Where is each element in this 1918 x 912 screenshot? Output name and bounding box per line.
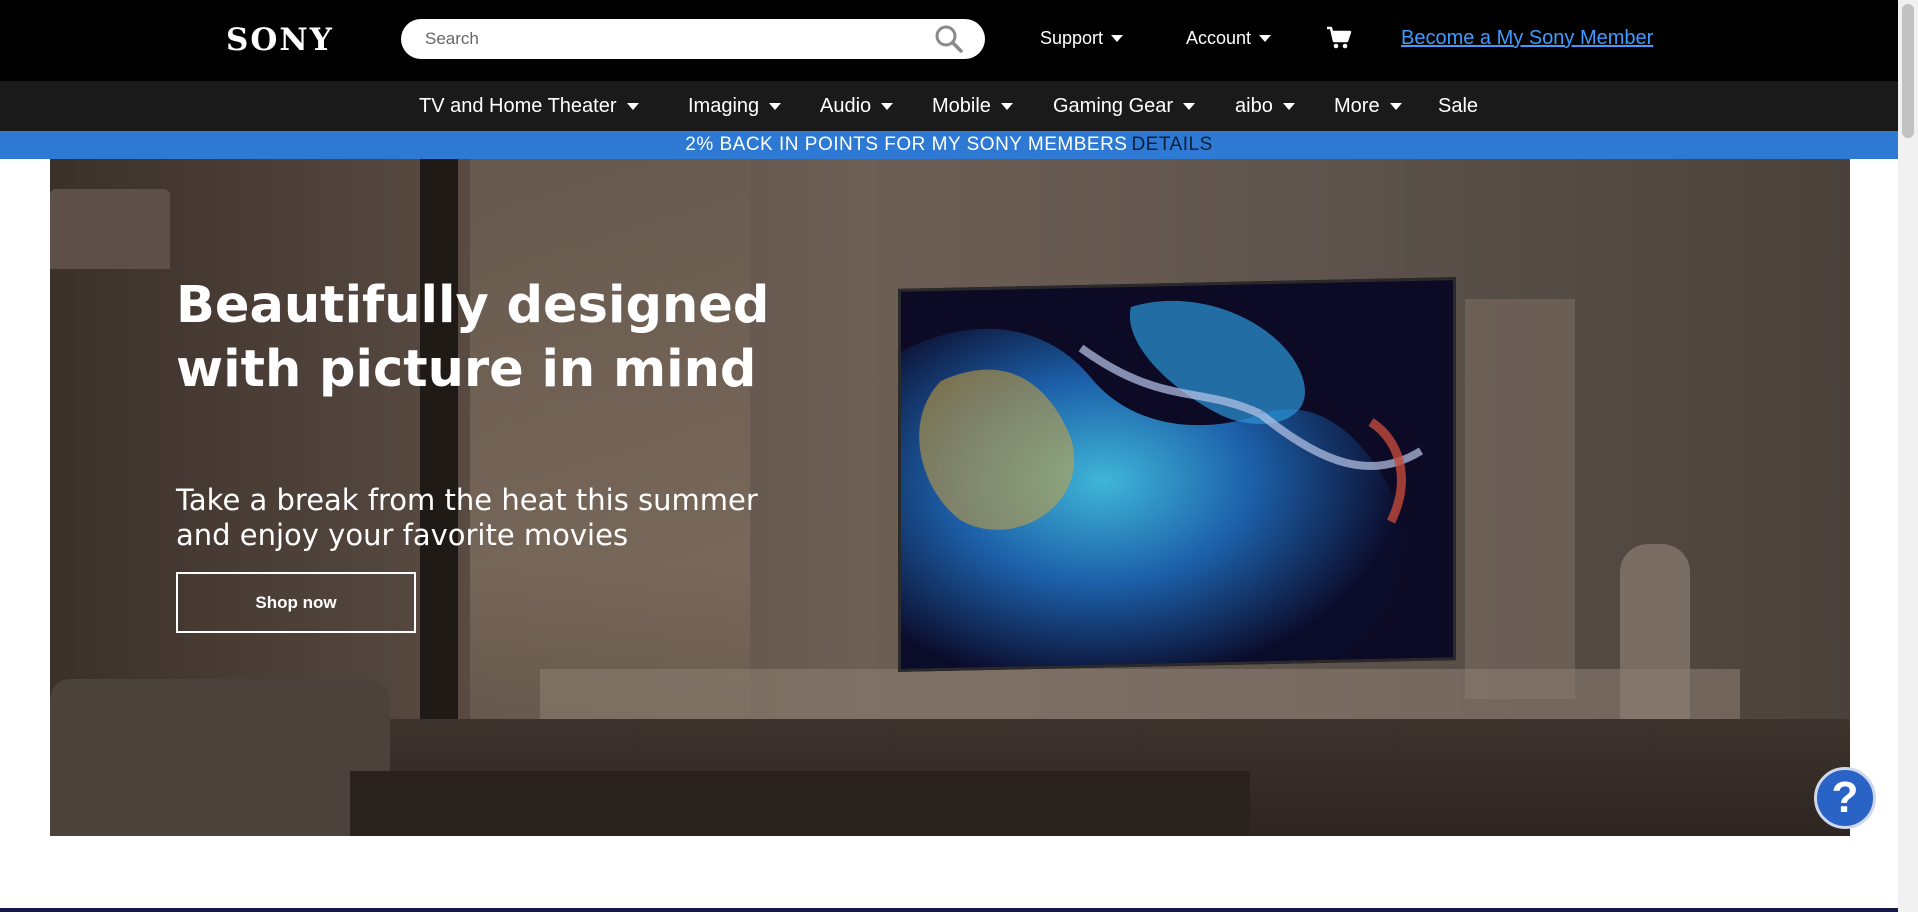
nav-item-aibo[interactable]: aibo: [1235, 95, 1295, 118]
nav-item-audio[interactable]: Audio: [820, 95, 894, 118]
nav-item-tv-and-home-theater[interactable]: TV and Home Theater: [419, 95, 639, 118]
cart-icon[interactable]: [1326, 26, 1352, 50]
support-menu[interactable]: Support: [1040, 28, 1124, 49]
nav-item-label: Audio: [820, 95, 872, 117]
hero-lamp: [50, 189, 170, 269]
scrollbar-thumb[interactable]: [1902, 4, 1914, 138]
chevron-down-icon: [626, 103, 639, 110]
tv-screen-art: [901, 280, 1456, 672]
top-header: SONY Support Account Become a My Sony Me…: [0, 0, 1898, 81]
hero-subheadline: Take a break from the heat this summer a…: [176, 483, 758, 552]
hero-sofa: [50, 679, 390, 836]
chevron-down-icon: [1111, 35, 1124, 42]
nav-item-label: aibo: [1235, 95, 1273, 117]
become-member-link[interactable]: Become a My Sony Member: [1401, 27, 1653, 50]
promo-text: 2% BACK IN POINTS FOR MY SONY MEMBERS: [685, 134, 1128, 155]
support-label: Support: [1040, 28, 1104, 48]
nav-item-imaging[interactable]: Imaging: [688, 95, 782, 118]
search-box[interactable]: [401, 19, 985, 59]
hero-headline: Beautifully designed with picture in min…: [176, 276, 770, 399]
nav-item-label: Gaming Gear: [1053, 95, 1174, 117]
nav-item-label: More: [1334, 95, 1380, 117]
search-input[interactable]: [425, 19, 905, 59]
nav-item-label: Imaging: [688, 95, 760, 117]
hero-tv-image: [898, 277, 1456, 672]
main-nav: TV and Home Theater Imaging Audio Mobile…: [0, 81, 1898, 131]
chevron-down-icon: [1282, 103, 1295, 110]
scrollbar[interactable]: [1898, 0, 1918, 912]
nav-item-label: Mobile: [932, 95, 991, 117]
hero-vase: [1620, 544, 1690, 724]
nav-item-sale[interactable]: Sale: [1438, 95, 1478, 118]
nav-item-mobile[interactable]: Mobile: [932, 95, 1013, 118]
nav-item-label: Sale: [1438, 95, 1479, 117]
chevron-down-icon: [1000, 103, 1013, 110]
shop-now-button[interactable]: Shop now: [176, 572, 416, 633]
chevron-down-icon: [769, 103, 782, 110]
search-icon[interactable]: [933, 24, 965, 54]
chevron-down-icon: [1389, 103, 1402, 110]
hero-banner: Beautifully designed with picture in min…: [50, 159, 1850, 836]
hero-wall-panel: [1465, 299, 1575, 699]
account-label: Account: [1186, 28, 1252, 48]
next-section-edge: [0, 908, 1898, 912]
promo-banner: 2% BACK IN POINTS FOR MY SONY MEMBERS DET…: [0, 131, 1898, 159]
hero-coffee-table: [350, 771, 1250, 836]
chevron-down-icon: [1183, 103, 1196, 110]
chevron-down-icon: [881, 103, 894, 110]
sony-logo[interactable]: SONY: [226, 22, 334, 58]
nav-item-gaming-gear[interactable]: Gaming Gear: [1053, 95, 1196, 118]
help-icon[interactable]: ?: [1814, 767, 1876, 829]
promo-details-link[interactable]: DETAILS: [1131, 134, 1212, 155]
nav-item-more[interactable]: More: [1334, 95, 1402, 118]
nav-item-label: TV and Home Theater: [419, 95, 617, 117]
account-menu[interactable]: Account: [1186, 28, 1272, 49]
chevron-down-icon: [1259, 35, 1272, 42]
